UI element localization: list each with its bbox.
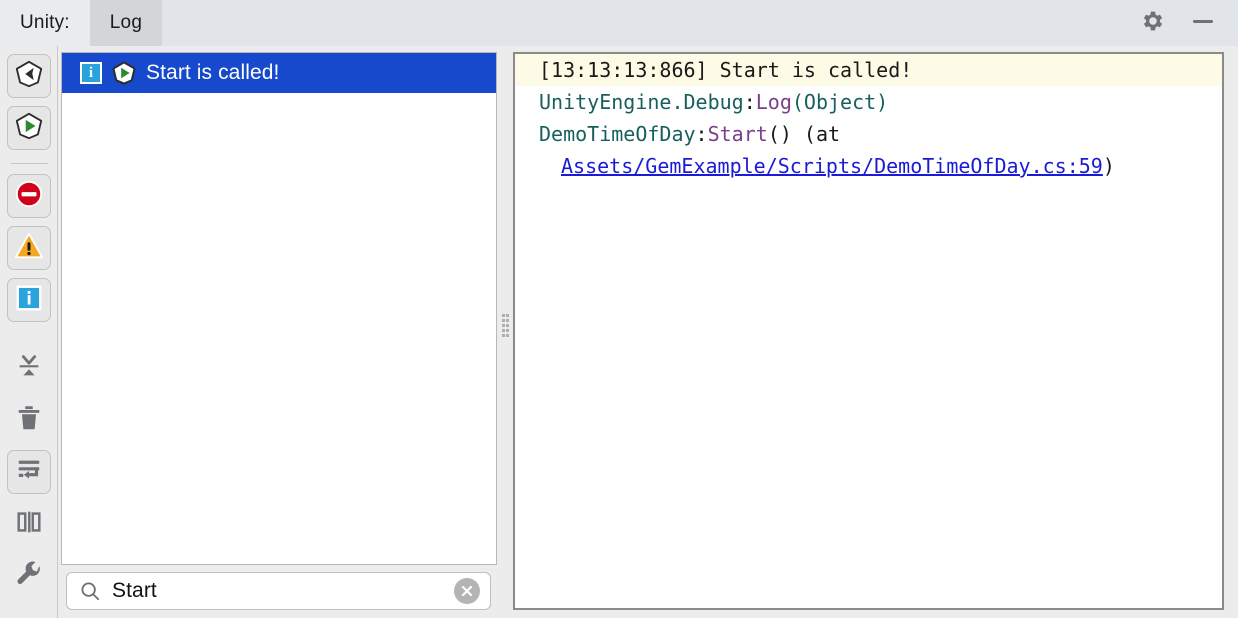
detail-close-paren: ) <box>1102 154 1115 178</box>
collapse-icon <box>14 351 44 386</box>
toolbar-collapse-button[interactable] <box>7 346 51 390</box>
header-spacer <box>162 0 1140 46</box>
soft-wrap-icon <box>14 455 44 490</box>
minimize-button[interactable] <box>1190 10 1216 36</box>
toolbar-play-button[interactable] <box>6 106 51 150</box>
minimize-icon <box>1190 8 1216 39</box>
search-box[interactable] <box>66 572 491 610</box>
detail-stack-line-2: DemoTimeOfDay:Start() (at <box>515 118 1222 150</box>
left-toolbar <box>0 46 58 618</box>
toolbar-separator <box>9 163 48 164</box>
detail-colon-1: : <box>743 90 756 114</box>
source-file-link[interactable]: Assets/GemExample/Scripts/DemoTimeOfDay.… <box>561 154 1103 178</box>
detail-namespace: UnityEngine.Debug <box>539 90 744 114</box>
toolbar-split-view-button[interactable] <box>7 502 51 546</box>
search-icon <box>79 580 101 602</box>
detail-stack-line-3: Assets/GemExample/Scripts/DemoTimeOfDay.… <box>515 150 1222 182</box>
toolbar-info-filter-button[interactable] <box>6 278 51 322</box>
detail-colon-2: : <box>695 122 708 146</box>
search-clear-button[interactable] <box>454 578 480 604</box>
log-list-panel[interactable]: i Start is called! <box>61 52 497 565</box>
info-badge-icon: i <box>80 62 102 84</box>
log-row-message: Start is called! <box>146 61 280 84</box>
toolbar-configure-button[interactable] <box>7 554 51 598</box>
unity-logo-icon <box>14 59 44 94</box>
toolbar-error-filter-button[interactable] <box>6 174 51 218</box>
toolbar-warning-filter-button[interactable] <box>6 226 51 270</box>
detail-timestamp-line: [13:13:13:866] Start is called! <box>515 54 1222 86</box>
unity-log-window: Unity: Log i Start is called! Start [13:… <box>0 0 1238 618</box>
detail-stack-line-1: UnityEngine.Debug:Log(Object) <box>515 86 1222 118</box>
warning-triangle-icon <box>14 231 44 266</box>
window-header: Unity: Log <box>0 0 1238 46</box>
gear-icon <box>1140 8 1166 39</box>
play-pentagon-icon <box>14 111 44 146</box>
detail-method-log: Log <box>755 90 792 114</box>
tab-unity[interactable]: Unity: <box>0 0 90 46</box>
play-pentagon-icon <box>111 60 137 86</box>
settings-button[interactable] <box>1140 10 1166 36</box>
detail-args-1: (Object) <box>791 90 889 114</box>
detail-method-start: Start <box>707 122 768 146</box>
detail-at-keyword: () (at <box>767 122 841 146</box>
toolbar-soft-wrap-button[interactable] <box>6 450 51 494</box>
info-badge-icon <box>14 283 44 318</box>
trash-icon <box>14 403 44 438</box>
log-list-row[interactable]: i Start is called! <box>62 53 496 93</box>
tab-log[interactable]: Log <box>89 0 163 46</box>
panel-splitter[interactable] <box>498 52 512 610</box>
tab-unity-label: Unity: <box>20 12 70 33</box>
close-circle-icon <box>459 583 475 599</box>
header-actions <box>1140 0 1238 46</box>
wrench-icon <box>14 559 44 594</box>
toolbar-unity-button[interactable] <box>6 54 51 98</box>
split-view-icon <box>14 507 44 542</box>
toolbar-clear-button[interactable] <box>7 398 51 442</box>
search-input[interactable] <box>112 579 443 603</box>
error-stop-icon <box>14 179 44 214</box>
log-detail-panel[interactable]: [13:13:13:866] Start is called! UnityEng… <box>513 52 1224 610</box>
tab-log-label: Log <box>109 12 143 33</box>
detail-timestamp-text: [13:13:13:866] Start is called! <box>539 58 913 82</box>
log-detail-body: [13:13:13:866] Start is called! UnityEng… <box>515 54 1222 182</box>
splitter-grip-icon <box>501 314 509 348</box>
detail-classname: DemoTimeOfDay <box>539 122 696 146</box>
